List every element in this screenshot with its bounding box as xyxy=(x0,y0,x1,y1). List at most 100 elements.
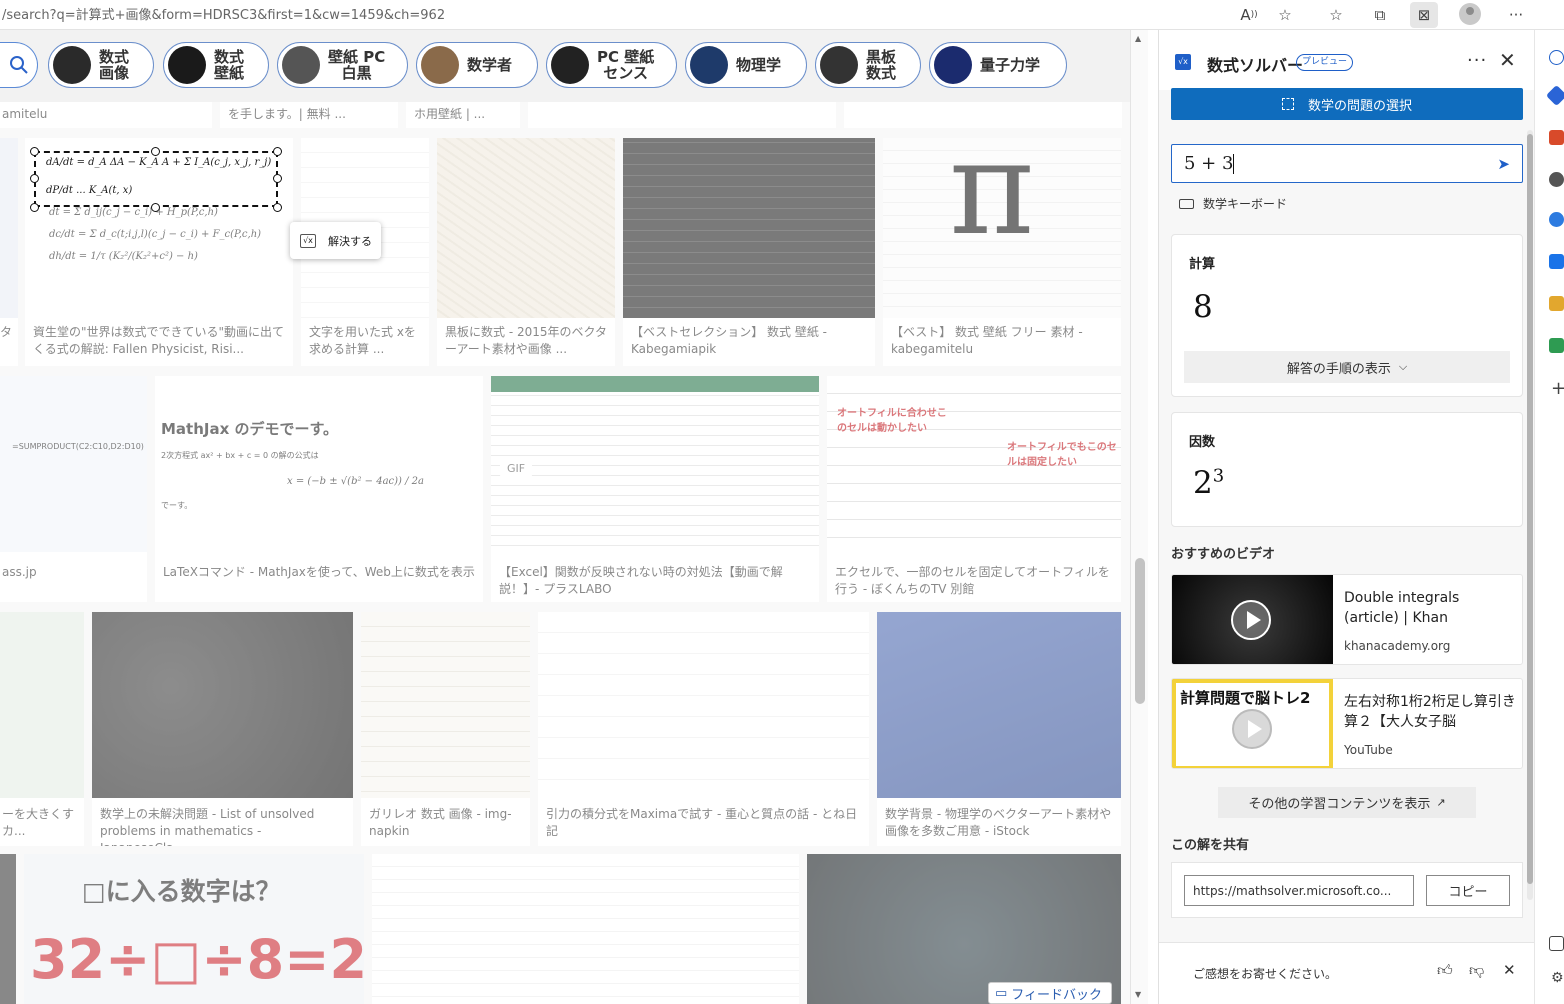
related-searches-bar: 数式 画像 数式 壁紙 壁紙 PC 白黒 数学者 PC 壁紙 センス 物理学 黒… xyxy=(0,30,1130,102)
chip-5[interactable]: 物理学 xyxy=(685,42,807,88)
selection-handle[interactable] xyxy=(273,174,282,183)
favorites-icon[interactable]: ☆ xyxy=(1322,2,1350,28)
sidebar-layout-icon[interactable] xyxy=(1549,936,1564,951)
chip-7[interactable]: 量子力学 xyxy=(929,42,1067,88)
video-source: khanacademy.org xyxy=(1344,639,1451,653)
math-solver-icon[interactable]: ⊠ xyxy=(1410,2,1438,28)
selected-formula-line: dP/dt ... K_A(t, x) xyxy=(46,185,133,196)
chip-thumbnail xyxy=(168,46,206,84)
thumbs-up-icon[interactable]: 👍︎ xyxy=(1437,961,1453,980)
math-keyboard-button[interactable]: 数学キーボード xyxy=(1179,195,1287,212)
calculation-card: 計算 8 解答の手順の表示 ⌵ xyxy=(1171,234,1523,397)
video-thumbnail xyxy=(1172,575,1333,664)
selection-handle[interactable] xyxy=(30,174,39,183)
panel-content: 5 + 3 ➤ 数学キーボード 計算 8 解答の手順の表示 ⌵ 因数 23 おす… xyxy=(1159,124,1534,940)
factor-base: 2 xyxy=(1193,465,1213,501)
add-icon[interactable]: + xyxy=(1551,378,1564,399)
keyboard-label: 数学キーボード xyxy=(1203,197,1288,211)
play-icon xyxy=(1231,600,1271,640)
show-steps-label: 解答の手順の表示 xyxy=(1286,361,1391,377)
math-input-value: 5 + 3 xyxy=(1184,153,1234,174)
address-bar[interactable]: /search?q=計算式+画像&form=HDRSC3&first=1&cw=… xyxy=(0,0,1564,30)
collections-icon[interactable]: ⧉ xyxy=(1366,2,1394,28)
more-content-button[interactable]: その他の学習コンテンツを表示 ↗ xyxy=(1218,787,1476,818)
more-options-icon[interactable]: ··· xyxy=(1467,50,1487,71)
panel-scrollbar[interactable] xyxy=(1527,130,1533,900)
selection-handle[interactable] xyxy=(151,147,160,156)
scroll-up-icon[interactable]: ▲ xyxy=(1135,34,1141,43)
videos-heading: おすすめのビデオ xyxy=(1171,547,1276,562)
close-feedback-icon[interactable]: ✕ xyxy=(1503,961,1516,979)
chip-thumbnail xyxy=(421,46,459,84)
factor-exponent: 3 xyxy=(1212,465,1225,487)
drop-icon[interactable] xyxy=(1549,338,1564,353)
url-text[interactable]: /search?q=計算式+画像&form=HDRSC3&first=1&cw=… xyxy=(2,4,445,23)
math-input-field[interactable]: 5 + 3 ➤ xyxy=(1171,144,1523,183)
video-thumb-text: 計算問題で脳トレ2 xyxy=(1180,689,1311,707)
shopping-icon[interactable] xyxy=(1549,130,1564,145)
games-icon[interactable] xyxy=(1549,212,1564,227)
chip-label: 物理学 xyxy=(736,56,782,74)
panel-header: √x 数式ソルバー プレビュー ··· ✕ 数学の問題の選択 xyxy=(1159,30,1534,120)
copy-button[interactable]: コピー xyxy=(1426,875,1510,906)
panel-footer: ご感想をお寄せください。 👍︎ 👎︎ ✕ xyxy=(1159,942,1534,1004)
math-solver-panel: √x 数式ソルバー プレビュー ··· ✕ 数学の問題の選択 5 + 3 ➤ 数… xyxy=(1158,30,1534,1004)
chip-6[interactable]: 黒板 数式 xyxy=(815,42,921,88)
selection-handle[interactable] xyxy=(30,203,39,212)
panel-scrollbar-thumb[interactable] xyxy=(1527,134,1533,884)
share-url-field[interactable]: https://mathsolver.microsoft.co... xyxy=(1184,875,1414,906)
video-card[interactable]: Double integrals (article) | Khan khanac… xyxy=(1171,574,1523,665)
chip-2[interactable]: 壁紙 PC 白黒 xyxy=(277,42,408,88)
more-icon[interactable]: ··· xyxy=(1502,2,1530,28)
pane-gap xyxy=(1148,30,1158,1004)
panel-title: 数式ソルバー xyxy=(1207,56,1304,75)
profile-icon[interactable] xyxy=(1459,3,1481,25)
selected-formula-line: dA/dt = d_A ΔA − K_A A + Σ I_A(c_j, x_j,… xyxy=(46,157,272,168)
math-solver-logo-icon: √x xyxy=(1175,54,1191,70)
selection-handle[interactable] xyxy=(273,147,282,156)
office-icon[interactable] xyxy=(1549,296,1564,311)
outlook-icon[interactable] xyxy=(1549,254,1564,269)
select-problem-button[interactable]: 数学の問題の選択 xyxy=(1171,88,1523,120)
feedback-button[interactable]: ▭ フィードバック xyxy=(988,982,1112,1004)
add-favorite-icon[interactable]: ☆ xyxy=(1271,2,1299,28)
settings-icon[interactable]: ⚙ xyxy=(1551,970,1564,986)
chip-4[interactable]: PC 壁紙 センス xyxy=(546,42,677,88)
chip-label: 壁紙 PC 白黒 xyxy=(328,48,386,82)
chip-1[interactable]: 数式 壁紙 xyxy=(163,42,269,88)
selected-equation-region[interactable]: dA/dt = d_A ΔA − K_A A + Σ I_A(c_j, x_j,… xyxy=(34,151,278,207)
chip-0[interactable]: 数式 画像 xyxy=(48,42,154,88)
factor-card: 因数 23 xyxy=(1171,412,1523,527)
chip-thumbnail xyxy=(282,46,320,84)
read-aloud-icon[interactable]: A)) xyxy=(1235,2,1263,28)
page-scrollbar[interactable]: ▲ ▼ xyxy=(1130,30,1148,1004)
chip-3[interactable]: 数学者 xyxy=(416,42,538,88)
keyboard-icon xyxy=(1179,198,1194,209)
calculation-label: 計算 xyxy=(1189,257,1216,272)
selection-handle[interactable] xyxy=(151,203,160,212)
video-card[interactable]: 計算問題で脳トレ2 左右対称1桁2桁足し算引き算２【大人女子脳 YouTube xyxy=(1171,678,1523,769)
play-icon xyxy=(1232,709,1272,749)
search-icon xyxy=(9,56,28,74)
solve-button[interactable]: √x 解決する xyxy=(290,222,381,259)
chip-thumbnail xyxy=(934,46,972,84)
selection-handle[interactable] xyxy=(30,147,39,156)
show-steps-button[interactable]: 解答の手順の表示 ⌵ xyxy=(1184,351,1510,383)
selection-handle[interactable] xyxy=(273,203,282,212)
scroll-down-icon[interactable]: ▼ xyxy=(1135,990,1141,999)
chip-label: PC 壁紙 センス xyxy=(597,48,655,82)
scrollbar-thumb[interactable] xyxy=(1135,558,1145,704)
feedback-prompt: ご感想をお寄せください。 xyxy=(1193,967,1338,981)
chat-icon: ▭ xyxy=(995,985,1008,1001)
chip-label: 数式 画像 xyxy=(99,48,130,82)
share-heading: この解を共有 xyxy=(1171,838,1250,853)
search-sidebar-icon[interactable] xyxy=(1549,50,1564,65)
close-icon[interactable]: ✕ xyxy=(1499,48,1516,72)
thumbs-down-icon[interactable]: 👎︎ xyxy=(1469,961,1484,980)
tools-icon[interactable] xyxy=(1549,172,1564,187)
search-results-page: 数式 画像 数式 壁紙 壁紙 PC 白黒 数学者 PC 壁紙 センス 物理学 黒… xyxy=(0,30,1130,1004)
search-button[interactable] xyxy=(0,42,38,88)
send-icon[interactable]: ➤ xyxy=(1497,155,1510,173)
video-title: 左右対称1桁2桁足し算引き算２【大人女子脳 xyxy=(1344,694,1516,730)
factor-label: 因数 xyxy=(1189,435,1216,450)
